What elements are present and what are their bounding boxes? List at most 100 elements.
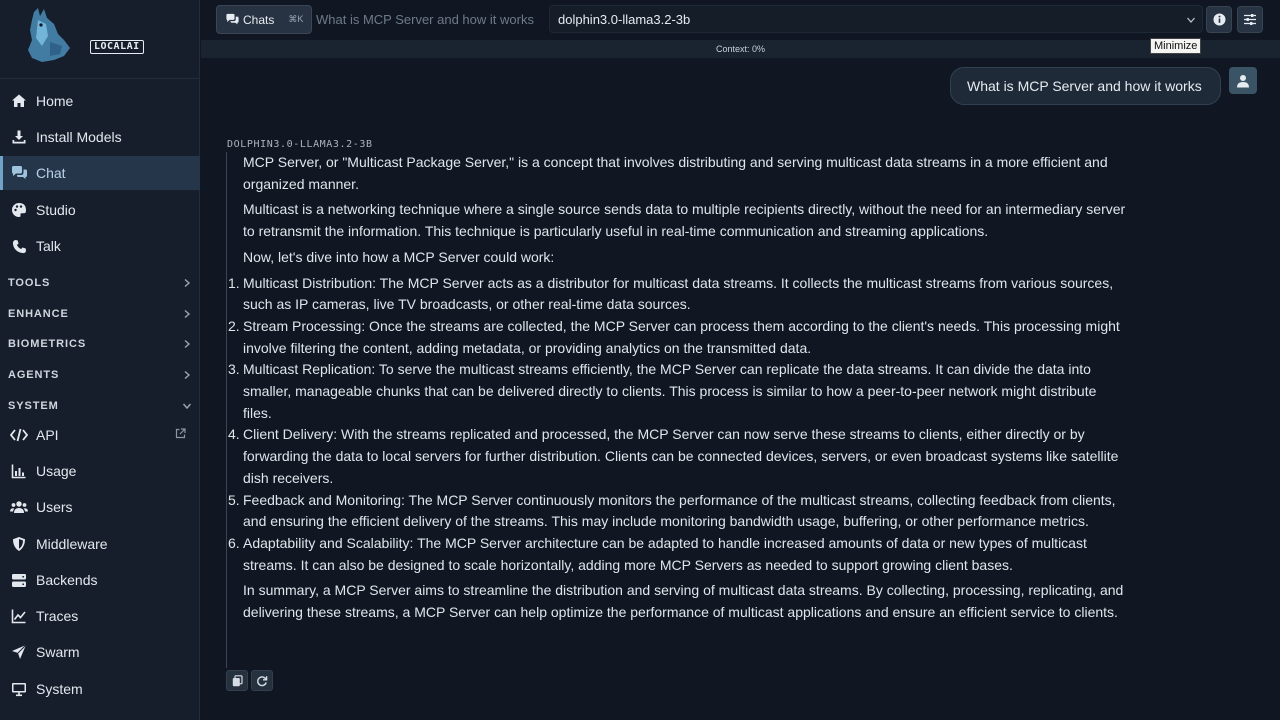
llama-icon [28, 8, 70, 62]
avatar [1229, 67, 1257, 94]
nav-item-usage[interactable]: Usage [0, 454, 200, 488]
nav-item-system[interactable]: System [0, 672, 200, 706]
list-item: 3. Multicast Replication: To serve the mu… [228, 359, 1126, 424]
chat-title: What is MCP Server and how it works [316, 12, 534, 27]
message-paragraph: In summary, a MCP Server aims to streaml… [243, 582, 1124, 621]
list-text: Multicast Replication: To serve the mult… [243, 361, 1097, 421]
section-agents[interactable]: AGENTS [8, 365, 192, 385]
message-paragraph: Now, let's dive into how a MCP Server co… [243, 248, 555, 265]
list-item: 2. Stream Processing: Once the streams ar… [228, 316, 1126, 359]
list-item: 4. Client Delivery: With the streams repl… [228, 424, 1126, 489]
nav-item-middleware[interactable]: Middleware [0, 527, 200, 561]
section-enhance[interactable]: ENHANCE [8, 304, 192, 324]
list-text: Adaptability and Scalability: The MCP Se… [243, 534, 1087, 573]
nav-label: Backends [36, 572, 98, 588]
shield-icon [10, 535, 28, 553]
nav-item-home[interactable]: Home [0, 84, 200, 118]
message-paragraph: Multicast is a networking technique wher… [243, 201, 1126, 240]
nav-item-studio[interactable]: Studio [0, 193, 200, 227]
server-icon [10, 571, 28, 589]
nav-label: Home [36, 93, 74, 109]
nav-item-backends[interactable]: Backends [0, 563, 200, 597]
chevron-right-icon [184, 309, 191, 319]
assistant-message: MCP Server, or "Multicast Package Server… [226, 152, 1126, 668]
list-item: 5. Feedback and Monitoring: The MCP Serve… [228, 490, 1126, 533]
home-icon [10, 92, 28, 110]
message-paragraph: MCP Server, or "Multicast Package Server… [243, 154, 1108, 192]
list-item: 6. Adaptability and Scalability: The MCP … [228, 533, 1126, 576]
logo-text: LOCALAI [90, 40, 144, 54]
download-icon [10, 128, 28, 146]
message-list: 1. Multicast Distribution: The MCP Server… [228, 273, 1126, 577]
refresh-icon [257, 675, 268, 686]
external-link-icon [175, 428, 186, 439]
nav-item-api[interactable]: API [0, 418, 200, 452]
localai-logo[interactable]: LOCALAI [20, 6, 144, 70]
sidebar: LOCALAI Home Install Models Chat Studio … [0, 0, 200, 720]
nav-item-talk[interactable]: Talk [0, 229, 200, 263]
model-select[interactable]: dolphin3.0-llama3.2-3b [549, 5, 1203, 33]
section-system[interactable]: SYSTEM [8, 396, 192, 416]
nav-item-chat[interactable]: Chat [0, 156, 200, 190]
chevron-down-icon [182, 403, 192, 410]
settings-button[interactable] [1237, 6, 1263, 33]
list-number: 6. [228, 534, 240, 551]
list-number: 5. [228, 491, 240, 508]
section-tools[interactable]: TOOLS [8, 273, 192, 293]
topbar: Chats ⌘K What is MCP Server and how it w… [201, 0, 1280, 40]
nav-label: Users [36, 499, 73, 515]
nav-label: System [36, 681, 83, 697]
nav-label: Studio [36, 202, 76, 218]
chat-icon [10, 164, 28, 182]
nav-item-swarm[interactable]: Swarm [0, 635, 200, 669]
nav-item-traces[interactable]: Traces [0, 599, 200, 633]
nav-label: Install Models [36, 129, 122, 145]
list-text: Stream Processing: Once the streams are … [243, 317, 1120, 356]
message-actions [226, 670, 273, 691]
chats-button[interactable]: Chats ⌘K [216, 5, 312, 34]
sidebar-divider [0, 78, 200, 79]
nav-label: Talk [36, 238, 61, 254]
list-number: 3. [228, 361, 240, 378]
list-number: 2. [228, 317, 240, 334]
section-biometrics[interactable]: BIOMETRICS [8, 334, 192, 354]
list-text: Feedback and Monitoring: The MCP Server … [243, 491, 1116, 530]
regenerate-button[interactable] [251, 670, 273, 691]
chevron-right-icon [184, 370, 191, 380]
list-number: 4. [228, 426, 240, 443]
users-icon [10, 498, 28, 516]
code-icon [10, 426, 28, 444]
chat-icon [226, 13, 239, 25]
section-label: BIOMETRICS [8, 338, 87, 350]
chevron-right-icon [184, 339, 191, 349]
user-icon [1237, 74, 1249, 87]
section-label: SYSTEM [8, 400, 59, 412]
phone-icon [10, 237, 28, 255]
nav-label: Usage [36, 463, 77, 479]
nav-label: API [36, 427, 59, 443]
list-text: Multicast Distribution: The MCP Server a… [243, 274, 1114, 313]
list-number: 1. [228, 274, 240, 291]
nav-item-users[interactable]: Users [0, 490, 200, 524]
nav-label: Middleware [36, 536, 108, 552]
info-button[interactable] [1206, 6, 1232, 33]
nav-item-install-models[interactable]: Install Models [0, 120, 200, 154]
copy-icon [232, 674, 243, 686]
chevron-down-icon [1187, 17, 1195, 23]
copy-button[interactable] [226, 670, 248, 691]
monitor-icon [10, 680, 28, 698]
send-icon [10, 643, 28, 661]
chats-label: Chats [243, 12, 275, 27]
context-indicator: Context: 0% [201, 40, 1280, 58]
assistant-model-label: DOLPHIN3.0-LLAMA3.2-3B [227, 139, 373, 150]
model-select-value: dolphin3.0-llama3.2-3b [558, 11, 691, 27]
nav-label: Traces [36, 608, 79, 624]
shortcut-hint: ⌘K [288, 14, 304, 24]
info-icon [1213, 13, 1225, 26]
chevron-right-icon [184, 278, 191, 288]
sliders-icon [1244, 14, 1256, 25]
nav-label: Chat [36, 165, 66, 181]
list-item: 1. Multicast Distribution: The MCP Server… [228, 273, 1126, 316]
section-label: AGENTS [8, 369, 60, 381]
palette-icon [10, 201, 28, 219]
